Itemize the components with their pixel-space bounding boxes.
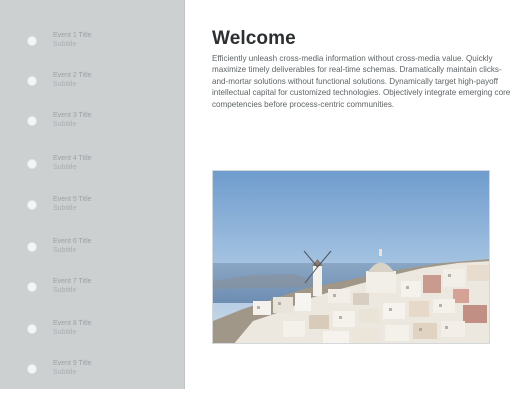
event-item-8[interactable]: Event 8 Title Subtitle [0, 316, 184, 354]
event-title: Event 1 Title [53, 32, 92, 39]
intro-paragraph: Efficiently unleash cross-media informat… [212, 54, 511, 109]
event-title: Event 6 Title [53, 238, 92, 245]
event-subtitle: Subtitle [53, 164, 77, 171]
page-title: Welcome [212, 28, 296, 49]
event-subtitle: Subtitle [53, 369, 77, 376]
event-title: Event 8 Title [53, 320, 92, 327]
event-subtitle: Subtitle [53, 247, 77, 254]
event-item-7[interactable]: Event 7 Title Subtitle [0, 274, 184, 312]
event-item-4[interactable]: Event 4 Title Subtitle [0, 151, 184, 189]
timeline-dot-icon [27, 200, 37, 210]
event-item-2[interactable]: Event 2 Title Subtitle [0, 68, 184, 106]
event-subtitle: Subtitle [53, 329, 77, 336]
sidebar: Event 1 Title Subtitle Event 2 Title Sub… [0, 0, 185, 389]
event-item-9[interactable]: Event 9 Title Subtitle [0, 356, 184, 394]
event-item-3[interactable]: Event 3 Title Subtitle [0, 108, 184, 146]
hero-image [212, 170, 490, 344]
event-title: Event 4 Title [53, 155, 92, 162]
event-title: Event 3 Title [53, 112, 92, 119]
event-subtitle: Subtitle [53, 205, 77, 212]
event-title: Event 9 Title [53, 360, 92, 367]
event-subtitle: Subtitle [53, 41, 77, 48]
timeline-dot-icon [27, 282, 37, 292]
event-subtitle: Subtitle [53, 121, 77, 128]
event-title: Event 7 Title [53, 278, 92, 285]
timeline-dot-icon [27, 159, 37, 169]
timeline-dot-icon [27, 364, 37, 374]
timeline-dot-icon [27, 324, 37, 334]
main-content: Welcome Efficiently unleash cross-media … [185, 0, 515, 389]
event-item-6[interactable]: Event 6 Title Subtitle [0, 234, 184, 272]
timeline-dot-icon [27, 36, 37, 46]
event-subtitle: Subtitle [53, 287, 77, 294]
event-item-1[interactable]: Event 1 Title Subtitle [0, 28, 184, 66]
timeline-dot-icon [27, 76, 37, 86]
event-subtitle: Subtitle [53, 81, 77, 88]
event-title: Event 2 Title [53, 72, 92, 79]
timeline-dot-icon [27, 116, 37, 126]
timeline-dot-icon [27, 242, 37, 252]
event-title: Event 5 Title [53, 196, 92, 203]
event-item-5[interactable]: Event 5 Title Subtitle [0, 192, 184, 230]
